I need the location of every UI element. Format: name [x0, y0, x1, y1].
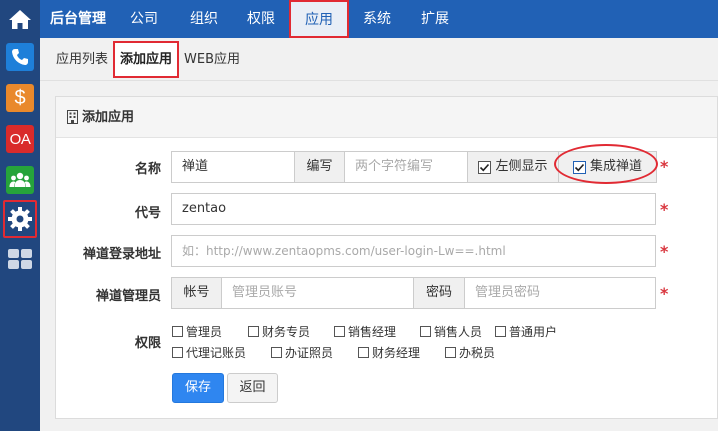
abbr-addon: 编写: [294, 151, 345, 183]
dollar-symbol: $: [14, 86, 26, 109]
left-display-checkbox-box: [478, 160, 492, 174]
people-icon[interactable]: [6, 166, 34, 194]
nav-item-permissions[interactable]: 权限: [247, 0, 275, 38]
subnav-add-app-label: 添加应用: [119, 52, 172, 67]
nav-item-apps-label: 应用: [305, 12, 333, 28]
nav-item-system[interactable]: 系统: [363, 0, 391, 38]
required-mark: *: [660, 242, 669, 261]
permission-checkbox[interactable]: 代理记账员: [172, 344, 246, 361]
permission-checkbox[interactable]: 办证照员: [271, 344, 333, 361]
login-url-label: 禅道登录地址: [82, 247, 161, 262]
required-mark: *: [660, 200, 669, 219]
checkbox-box: [445, 347, 456, 358]
checkbox-box: [420, 326, 431, 337]
back-button[interactable]: 返回: [227, 373, 278, 403]
gear-icon[interactable]: [6, 205, 34, 233]
permission-checkbox[interactable]: 财务专员: [248, 323, 310, 340]
name-input[interactable]: 禅道: [171, 151, 295, 183]
code-input[interactable]: zentao: [171, 193, 656, 225]
checkbox-box: [495, 326, 506, 337]
sub-nav: 应用列表 添加应用 WEB应用: [40, 38, 718, 81]
permission-name: 财务经理: [372, 346, 421, 360]
checkbox-box: [172, 347, 183, 358]
account-placeholder: 管理员账号: [232, 285, 298, 300]
permission-name: 销售人员: [434, 325, 483, 339]
permission-name: 普通用户: [509, 325, 558, 339]
abbr-placeholder: 两个字符编写: [355, 159, 434, 174]
panel-title: 添加应用: [82, 110, 135, 125]
permission-name: 管理员: [186, 325, 223, 339]
required-mark: *: [660, 157, 669, 176]
checkbox-box: [334, 326, 345, 337]
oa-icon[interactable]: OA: [6, 125, 34, 153]
permission-checkbox[interactable]: 管理员: [172, 323, 222, 340]
account-input[interactable]: 管理员账号: [221, 277, 414, 309]
password-input[interactable]: 管理员密码: [464, 277, 656, 309]
highlight-ellipse: [554, 144, 658, 184]
checkbox-box: [248, 326, 259, 337]
subnav-web-apps[interactable]: WEB应用: [184, 38, 240, 81]
login-url-placeholder: 如：http://www.zentaopms.com/user-login-Lw…: [182, 244, 506, 258]
permission-checkbox[interactable]: 财务经理: [358, 344, 420, 361]
checkbox-box: [271, 347, 282, 358]
left-display-checkbox[interactable]: 左侧显示: [467, 151, 559, 183]
required-mark: *: [660, 284, 669, 303]
save-button[interactable]: 保存: [172, 373, 224, 403]
building-icon: [67, 110, 78, 124]
app-sidebar: $ OA: [0, 0, 40, 431]
permission-checkbox[interactable]: 办税员: [445, 344, 495, 361]
password-placeholder: 管理员密码: [475, 285, 541, 300]
grid-icon[interactable]: [6, 245, 34, 273]
nav-item-organization[interactable]: 组织: [190, 0, 218, 38]
home-icon[interactable]: [0, 0, 40, 38]
permission-checkbox[interactable]: 销售人员: [420, 323, 482, 340]
left-display-label: 左侧显示: [495, 159, 548, 174]
permission-checkbox[interactable]: 普通用户: [495, 323, 557, 340]
code-label: 代号: [134, 206, 161, 221]
nav-item-apps[interactable]: 应用: [289, 0, 349, 38]
login-url-input[interactable]: 如：http://www.zentaopms.com/user-login-Lw…: [171, 235, 656, 267]
account-addon: 帐号: [171, 277, 222, 309]
permission-label: 权限: [134, 336, 161, 351]
permission-name: 财务专员: [262, 325, 311, 339]
subnav-add-app[interactable]: 添加应用: [113, 41, 179, 78]
nav-item-extensions[interactable]: 扩展: [421, 0, 449, 38]
permission-checkbox[interactable]: 销售经理: [334, 323, 396, 340]
checkbox-box: [172, 326, 183, 337]
top-nav: 后台管理 公司 组织 权限 应用 系统 扩展: [40, 0, 718, 38]
permission-name: 代理记账员: [186, 346, 247, 360]
phone-icon[interactable]: [6, 43, 34, 71]
panel-header: 添加应用: [56, 97, 717, 138]
password-addon: 密码: [413, 277, 465, 309]
nav-item-company[interactable]: 公司: [130, 0, 158, 38]
oa-label: OA: [9, 130, 31, 148]
permission-name: 销售经理: [348, 325, 397, 339]
admin-label: 禅道管理员: [95, 289, 161, 304]
permission-name: 办证照员: [285, 346, 334, 360]
checkbox-box: [358, 347, 369, 358]
brand-title[interactable]: 后台管理: [50, 0, 106, 38]
permission-name: 办税员: [459, 346, 496, 360]
abbr-input[interactable]: 两个字符编写: [344, 151, 468, 183]
name-label: 名称: [134, 162, 161, 177]
subnav-app-list[interactable]: 应用列表: [56, 38, 108, 81]
dollar-icon[interactable]: $: [6, 84, 34, 112]
